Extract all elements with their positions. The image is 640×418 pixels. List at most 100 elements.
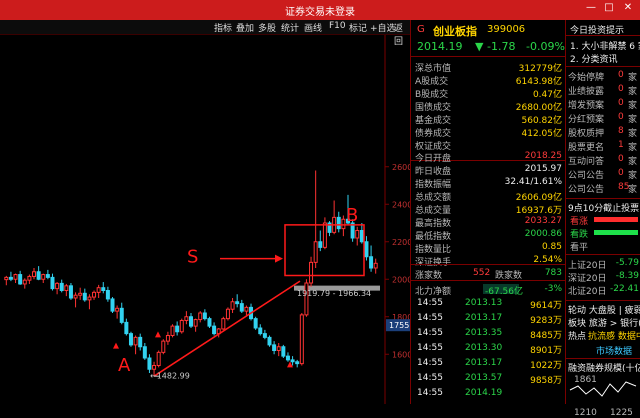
buy-signal-icon <box>155 331 161 338</box>
tick-price: 2014.19 <box>465 388 503 398</box>
hotspot-value[interactable]: 抗流感 数据中 <box>588 329 640 342</box>
tips-row-label[interactable]: 公司公告 <box>568 182 604 195</box>
candle-body <box>184 316 189 321</box>
idx-label: 深证20日 <box>568 274 607 284</box>
candle-body <box>45 274 50 278</box>
close-icon[interactable]: ✕ <box>621 2 635 13</box>
tick-time: 14:55 <box>417 298 443 308</box>
down-count: 783 <box>544 268 562 278</box>
stat-label: 今日开盘 <box>415 154 452 164</box>
tips-row-unit: 家 <box>628 171 638 181</box>
candle-body <box>212 325 217 335</box>
mini-x-end: 1225 <box>610 408 633 418</box>
tips-row-unit: 家 <box>628 157 638 167</box>
tick-volume: 9858万 <box>530 376 562 386</box>
candle-body <box>262 333 267 338</box>
candle-body <box>175 325 180 333</box>
tips-row-label[interactable]: 增发预案 <box>568 98 604 111</box>
market-data-link[interactable]: 市场数据 <box>596 344 632 357</box>
stat-label: 昨日收盘 <box>415 167 452 177</box>
tips-row-label[interactable]: 分红预案 <box>568 112 604 125</box>
candle-body <box>128 333 133 346</box>
tool-multi-stock[interactable]: 多股 <box>258 21 276 34</box>
margin-value: 1861 <box>574 375 597 385</box>
candle-body <box>78 292 83 296</box>
tips-item-unlock[interactable]: 1. 大小非解禁 6 家 <box>570 39 640 52</box>
minimize-icon[interactable]: — <box>584 2 598 13</box>
candle-body <box>336 216 341 230</box>
maximize-icon[interactable]: □ <box>602 2 616 13</box>
candle-body <box>309 261 314 284</box>
tool-draw-line[interactable]: 画线 <box>304 21 322 34</box>
tips-row-unit: 家 <box>628 101 638 111</box>
candle-body <box>133 336 138 346</box>
tick-price: 2013.35 <box>465 328 503 338</box>
tool-add-favorite[interactable]: +自选 <box>370 21 396 34</box>
window-title: 证券交易未登录 <box>285 7 355 18</box>
candle-body <box>230 301 235 310</box>
candle-body <box>267 336 272 346</box>
tick-volume: 9283万 <box>530 316 562 326</box>
tick-time: 14:55 <box>417 343 443 353</box>
tips-row-label[interactable]: 业绩披露 <box>568 84 604 97</box>
tips-row-label[interactable]: 今始停牌 <box>568 70 604 83</box>
tool-stats[interactable]: 统计 <box>281 21 299 34</box>
quote-panel: G 创业板指 399006 2014.19 ▼ -1.78 -0.09% 深总市… <box>410 20 566 404</box>
candle-body <box>64 285 69 291</box>
hotspot-label: 热点 <box>568 332 587 342</box>
candle-body <box>295 361 300 365</box>
arrow-down-icon: ▼ <box>475 40 484 53</box>
tool-f10[interactable]: F10 <box>329 21 346 31</box>
tool-overlay[interactable]: 叠加 <box>236 21 254 34</box>
candle-body <box>299 314 304 365</box>
candle-body <box>41 274 46 280</box>
stat-value: 312779亿 <box>518 64 562 74</box>
candle-body <box>119 307 124 323</box>
candle-body <box>92 291 97 298</box>
buy-signal-icon <box>113 342 119 349</box>
candle-body <box>235 301 240 305</box>
candle-body <box>50 276 55 290</box>
stat-value: 412.05亿 <box>521 129 563 139</box>
tips-row-label[interactable]: 股票更名 <box>568 140 604 153</box>
title-bar: 证券交易未登录 — □ ✕ <box>0 0 640 20</box>
stat-label: 深证换手 <box>415 258 452 268</box>
stat-label: 总成交量 <box>415 206 452 216</box>
chart-toolbar: 指标 叠加 多股 统计 画线 F10 标记 +自选 返回 <box>0 20 410 47</box>
tick-volume: 8485万 <box>530 331 562 341</box>
stat-label: 最低指数 <box>415 232 452 242</box>
up-count: 552 <box>473 268 491 278</box>
tips-row-count: 0 <box>618 168 624 178</box>
stat-value: 0.85 <box>541 242 562 252</box>
candle-body <box>285 355 290 361</box>
tips-row-label[interactable]: 互动问答 <box>568 154 604 167</box>
tick-time: 14:55 <box>417 328 443 338</box>
vote-title: 9点10分截止投票 <box>568 204 640 214</box>
tips-row-label[interactable]: 公司公告 <box>568 168 604 181</box>
candlestick-chart[interactable]: 260024002200200018001600 SAB←1482.991919… <box>0 35 410 404</box>
candle-body <box>369 256 374 269</box>
arrow-head-icon <box>275 254 283 263</box>
tick-price: 2013.17 <box>465 313 503 323</box>
candle-body <box>281 346 286 357</box>
annotation-a: A <box>118 355 131 376</box>
stat-label: 债券成交 <box>415 129 452 139</box>
candle-body <box>36 271 41 280</box>
tips-item-news[interactable]: 2. 分类资讯 <box>570 52 617 65</box>
quote-change: -1.78 <box>487 40 516 53</box>
rotation-text[interactable]: 轮动 大盘股 | 疲弱 <box>568 303 640 316</box>
candle-body <box>101 287 106 291</box>
info-panel: 今日投资提示 1. 大小非解禁 6 家 2. 分类资讯 今始停牌 0 家业绩披露 0 家… <box>565 20 640 418</box>
stat-label: 国债成交 <box>415 103 452 113</box>
range-label: 1919.79 - 1966.34 <box>297 289 371 298</box>
candle-body <box>253 318 258 329</box>
tips-row-label[interactable]: 股权质押 <box>568 126 604 139</box>
tool-indicator[interactable]: 指标 <box>214 21 232 34</box>
sector-text[interactable]: 板块 旅游 > 银行( <box>568 316 640 329</box>
tool-mark[interactable]: 标记 <box>349 21 367 34</box>
tick-price: 2013.17 <box>465 358 503 368</box>
candle-body <box>179 320 184 333</box>
idx-value: -5.79 <box>615 258 639 268</box>
idx-label: 上证20日 <box>568 261 607 271</box>
flow-pct: -3% <box>544 284 562 294</box>
